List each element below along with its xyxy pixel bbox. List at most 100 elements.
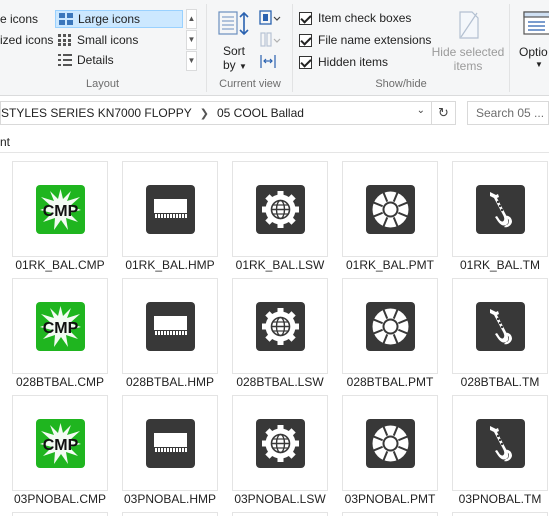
file-name-label[interactable]: 028BTBAL.HMP: [115, 375, 225, 389]
file-item[interactable]: [452, 395, 548, 491]
file-name-label[interactable]: 03PNOBAL.TM: [445, 492, 549, 506]
file-item[interactable]: [452, 278, 548, 374]
item-check-boxes-checkbox[interactable]: Item check boxes: [299, 11, 411, 25]
hide-selected-icon: [459, 11, 479, 39]
file-item[interactable]: [452, 512, 548, 516]
file-name-label[interactable]: 03PNOBAL.LSW: [225, 492, 335, 506]
checkbox-checked-icon: [299, 11, 312, 25]
sort-by-sublabel: by ▼: [223, 58, 247, 72]
add-columns-icon: [260, 32, 281, 47]
file-name-label[interactable]: 028BTBAL.LSW: [225, 375, 335, 389]
layout-option-label: Details: [77, 53, 114, 67]
saxophone-icon: [476, 302, 525, 351]
hidden-items-checkbox[interactable]: Hidden items: [299, 55, 388, 69]
file-item[interactable]: [342, 161, 438, 257]
checkbox-checked-icon: [299, 33, 312, 47]
sort-by-button[interactable]: Sort by ▼: [217, 10, 253, 72]
layout-option-label: Small icons: [77, 33, 139, 47]
saxophone-icon: [476, 419, 525, 468]
file-name-label[interactable]: 01RK_BAL.TM: [445, 258, 549, 272]
file-item[interactable]: CMP: [12, 395, 108, 491]
layout-extra-large-icons[interactable]: e icons: [0, 10, 38, 28]
file-item[interactable]: [342, 512, 438, 516]
file-item[interactable]: [122, 512, 218, 516]
ribbon-divider: [292, 4, 293, 92]
group-by-button[interactable]: [258, 10, 282, 28]
file-item[interactable]: CMP: [12, 161, 108, 257]
file-item[interactable]: [122, 395, 218, 491]
hide-selected-items-button: Hide selected items: [430, 10, 506, 73]
file-name-label[interactable]: 01RK_BAL.CMP: [5, 258, 115, 272]
saxophone-icon: [476, 185, 525, 234]
file-name-label[interactable]: 01RK_BAL.HMP: [115, 258, 225, 272]
file-item[interactable]: [232, 161, 328, 257]
small-icons-icon: [58, 34, 71, 46]
file-name-label[interactable]: 028BTBAL.CMP: [5, 375, 115, 389]
file-item[interactable]: [12, 512, 108, 516]
checkbox-label: File name extensions: [318, 33, 432, 47]
wheel-icon: [366, 419, 415, 468]
file-name-label[interactable]: 01RK_BAL.LSW: [225, 258, 335, 272]
globe-gear-icon: [256, 302, 305, 351]
cmp-text: CMP: [43, 437, 79, 454]
layout-medium-icons[interactable]: ized icons: [0, 31, 53, 49]
file-name-label[interactable]: 028BTBAL.TM: [445, 375, 549, 389]
file-item[interactable]: [232, 395, 328, 491]
keyboard-icon: [146, 302, 195, 351]
options-button[interactable]: Optio ▼: [515, 10, 549, 72]
layout-details[interactable]: Details: [58, 51, 114, 69]
breadcrumb-cool-ballad[interactable]: 05 COOL Ballad: [217, 106, 304, 120]
layout-option-label: Large icons: [78, 12, 141, 26]
file-name-label[interactable]: 03PNOBAL.HMP: [115, 492, 225, 506]
wheel-icon: [366, 302, 415, 351]
refresh-button[interactable]: ↻: [432, 101, 456, 125]
chevron-down-icon: ▼: [535, 60, 543, 69]
cmp-icon: CMP: [36, 302, 85, 351]
chevron-right-icon[interactable]: ❯: [200, 107, 209, 120]
file-item[interactable]: [342, 278, 438, 374]
breadcrumb-styles-series[interactable]: STYLES SERIES KN7000 FLOPPY: [1, 106, 192, 120]
size-columns-icon: [260, 55, 276, 68]
ribbon: e icons Large icons ized icons Small ico…: [0, 0, 549, 96]
layout-option-label: e icons: [0, 12, 39, 26]
globe-gear-icon: [256, 419, 305, 468]
layout-scroll-down[interactable]: ▼: [186, 30, 197, 50]
column-header-label: nt: [0, 135, 11, 149]
group-by-icon: [259, 10, 281, 25]
layout-expand[interactable]: ▼: [186, 51, 197, 71]
file-item[interactable]: [232, 512, 328, 516]
file-item[interactable]: [452, 161, 548, 257]
cmp-text: CMP: [43, 320, 79, 337]
search-input[interactable]: Search 05 ...: [467, 101, 549, 125]
file-item[interactable]: CMP: [12, 278, 108, 374]
file-item[interactable]: [232, 278, 328, 374]
refresh-icon: ↻: [438, 105, 449, 120]
file-item[interactable]: [122, 278, 218, 374]
layout-large-icons[interactable]: Large icons: [55, 10, 183, 28]
layout-group-label: Layout: [85, 78, 120, 90]
column-header[interactable]: nt: [0, 133, 549, 153]
hide-selected-label-line1: Hide selected: [431, 45, 505, 59]
layout-option-label: ized icons: [0, 33, 54, 47]
layout-scroll-up[interactable]: ▲: [186, 9, 197, 29]
details-icon: [58, 54, 72, 66]
size-columns-button[interactable]: [258, 54, 282, 72]
sort-by-sub-text: by: [223, 58, 236, 72]
checkbox-checked-icon: [299, 55, 312, 69]
hide-selected-label-line2: items: [453, 59, 483, 73]
file-item[interactable]: [342, 395, 438, 491]
ribbon-divider: [206, 4, 207, 92]
address-dropdown-icon[interactable]: ⌄: [417, 105, 425, 116]
cmp-text: CMP: [43, 203, 79, 220]
show-hide-group-label: Show/hide: [375, 78, 427, 90]
current-view-group-label: Current view: [219, 78, 281, 90]
file-name-label[interactable]: 03PNOBAL.PMT: [335, 492, 445, 506]
file-name-extensions-checkbox[interactable]: File name extensions: [299, 33, 431, 47]
options-icon: [523, 11, 549, 35]
file-item[interactable]: [122, 161, 218, 257]
file-name-label[interactable]: 01RK_BAL.PMT: [335, 258, 445, 272]
address-bar[interactable]: STYLES SERIES KN7000 FLOPPY ❯ 05 COOL Ba…: [0, 101, 432, 125]
layout-small-icons[interactable]: Small icons: [58, 31, 138, 49]
file-name-label[interactable]: 028BTBAL.PMT: [335, 375, 445, 389]
file-name-label[interactable]: 03PNOBAL.CMP: [5, 492, 115, 506]
